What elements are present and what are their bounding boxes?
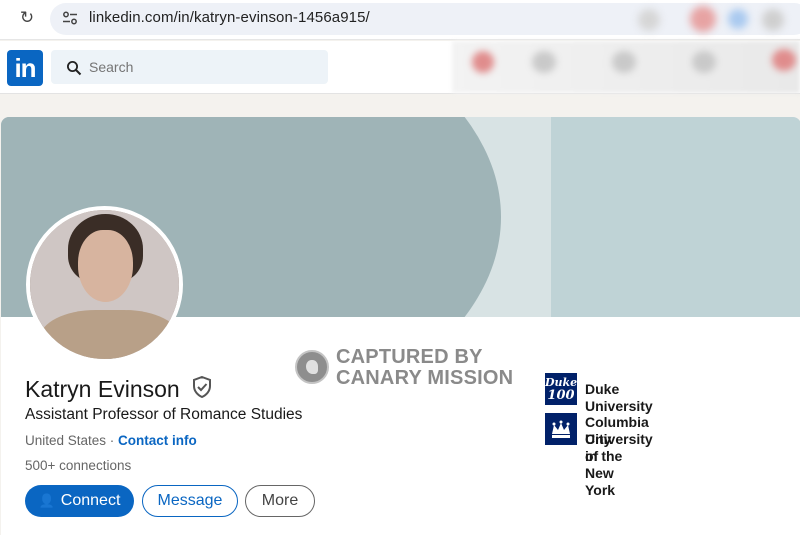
duke-logo-icon: Duke 100: [545, 373, 577, 405]
profile-headline: Assistant Professor of Romance Studies: [25, 406, 303, 423]
add-person-icon: 👤: [38, 493, 55, 509]
connections-count[interactable]: 500+ connections: [25, 458, 131, 473]
browser-toolbar: ↻ linkedin.com/in/katryn-evinson-1456a91…: [0, 0, 800, 40]
extension-icon: [728, 9, 748, 29]
education-name: Duke University: [585, 381, 653, 414]
canary-mission-watermark: CAPTURED BY CANARY MISSION: [295, 345, 525, 389]
extension-icon: [690, 6, 716, 32]
more-button[interactable]: More: [245, 485, 315, 517]
message-label: Message: [157, 492, 223, 509]
connect-button[interactable]: 👤 Connect: [25, 485, 134, 517]
message-button[interactable]: Message: [142, 485, 238, 517]
profile-card: Katryn Evinson Assistant Professor of Ro…: [1, 117, 800, 535]
contact-info-link[interactable]: Contact info: [118, 433, 197, 448]
reload-icon[interactable]: ↻: [18, 9, 36, 27]
nav-items-blurred: [452, 41, 800, 93]
profile-photo[interactable]: [26, 206, 183, 363]
search-input[interactable]: [89, 59, 309, 75]
separator: ·: [106, 433, 119, 448]
linkedin-logo[interactable]: in: [7, 50, 43, 86]
profile-location: United States: [25, 433, 107, 448]
watermark-line1: CAPTURED BY: [336, 346, 483, 368]
url-text[interactable]: linkedin.com/in/katryn-evinson-1456a915/: [89, 9, 370, 26]
search-icon: [67, 61, 82, 76]
columbia-crown-icon: [545, 413, 577, 445]
linkedin-navbar: in: [0, 41, 800, 94]
profile-location-line: United States · Contact info: [25, 433, 197, 448]
connect-label: Connect: [60, 492, 121, 509]
verified-shield-icon[interactable]: [192, 376, 212, 398]
education-name-line2: City of New York: [585, 431, 616, 498]
canary-bird-icon: [295, 350, 329, 384]
profile-icon: [762, 9, 784, 31]
site-info-icon[interactable]: [62, 10, 78, 26]
profile-name: Katryn Evinson: [25, 376, 180, 402]
watermark-line2: CANARY MISSION: [336, 367, 514, 389]
more-label: More: [261, 492, 299, 509]
extension-icon: [638, 9, 660, 31]
